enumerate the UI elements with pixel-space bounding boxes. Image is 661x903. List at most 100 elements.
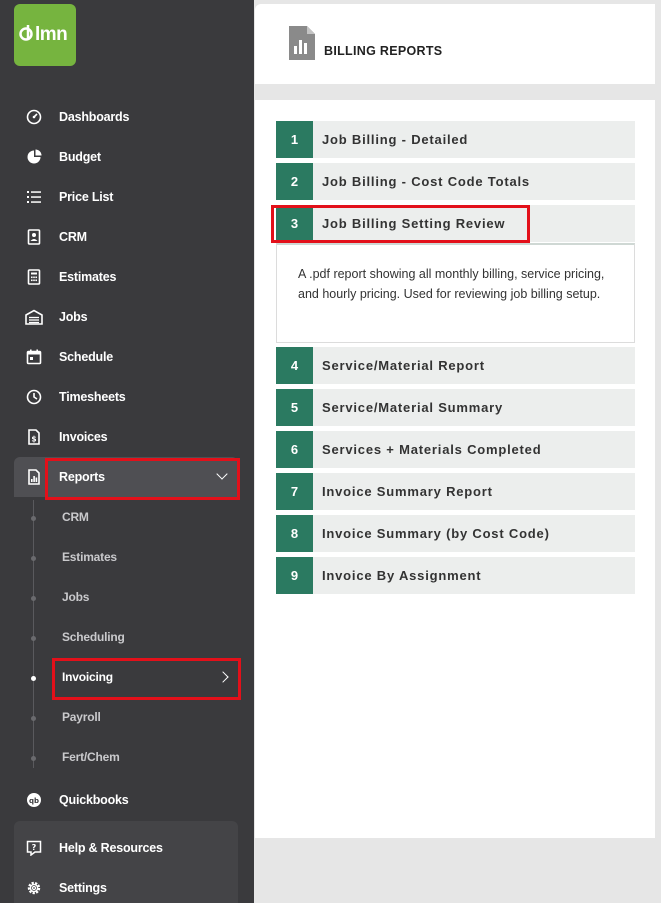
sidebar-item-label: Dashboards xyxy=(59,110,130,124)
report-number: 4 xyxy=(276,347,313,384)
sidebar-item-budget[interactable]: Budget xyxy=(0,137,254,177)
report-title: Job Billing Setting Review xyxy=(322,216,506,231)
sidebar-item-dashboards[interactable]: Dashboards xyxy=(0,97,254,137)
submenu-dot xyxy=(31,676,36,681)
sidebar-subitem-label: Fert/Chem xyxy=(62,750,120,764)
sidebar-item-label: CRM xyxy=(59,230,87,244)
chevron-right-icon xyxy=(217,671,229,683)
report-number: 1 xyxy=(276,121,313,158)
sidebar-subitem-invoicing[interactable]: Invoicing xyxy=(0,658,254,698)
sidebar-subitem-payroll[interactable]: Payroll xyxy=(0,698,254,738)
calculator-icon xyxy=(25,268,43,286)
help-icon: ? xyxy=(25,839,43,857)
report-number: 9 xyxy=(276,557,313,594)
sidebar-subitem-label: Jobs xyxy=(62,590,90,604)
report-description-panel: A .pdf report showing all monthly billin… xyxy=(276,243,635,343)
garage-icon xyxy=(25,308,43,326)
report-title: Service/Material Summary xyxy=(322,400,504,415)
page-header: BILLING REPORTS xyxy=(255,4,655,84)
submenu-dot xyxy=(31,716,36,721)
report-title: Services + Materials Completed xyxy=(322,442,542,457)
sidebar-item-label: Estimates xyxy=(59,270,117,284)
calendar-icon xyxy=(25,348,43,366)
report-row-8[interactable]: 8 Invoice Summary (by Cost Code) xyxy=(276,515,635,552)
report-title: Job Billing - Detailed xyxy=(322,132,469,147)
svg-text:$: $ xyxy=(31,435,36,444)
report-number: 2 xyxy=(276,163,313,200)
report-title: Invoice Summary (by Cost Code) xyxy=(322,526,550,541)
report-number: 6 xyxy=(276,431,313,468)
sidebar-item-estimates[interactable]: Estimates xyxy=(0,257,254,297)
report-row-7[interactable]: 7 Invoice Summary Report xyxy=(276,473,635,510)
sidebar-item-label: Settings xyxy=(59,881,107,895)
submenu-dot xyxy=(31,596,36,601)
sidebar-item-label: Help & Resources xyxy=(59,841,163,855)
sidebar-item-label: Reports xyxy=(59,470,105,484)
report-row-9[interactable]: 9 Invoice By Assignment xyxy=(276,557,635,594)
sidebar-item-label: Budget xyxy=(59,150,101,164)
sidebar-item-crm[interactable]: CRM xyxy=(0,217,254,257)
sidebar-item-label: Invoices xyxy=(59,430,108,444)
sidebar-item-label: Jobs xyxy=(59,310,88,324)
sidebar-subitem-crm[interactable]: CRM xyxy=(0,498,254,538)
logo-text: lmn xyxy=(35,24,68,45)
sidebar-item-jobs[interactable]: Jobs xyxy=(0,297,254,337)
report-title: Invoice By Assignment xyxy=(322,568,482,583)
report-row-5[interactable]: 5 Service/Material Summary xyxy=(276,389,635,426)
report-number: 3 xyxy=(276,205,313,242)
report-row-4[interactable]: 4 Service/Material Report xyxy=(276,347,635,384)
gear-icon xyxy=(25,879,43,897)
report-row-1[interactable]: 1 Job Billing - Detailed xyxy=(276,121,635,158)
list-icon xyxy=(25,188,43,206)
submenu-dot xyxy=(31,756,36,761)
sidebar-subitem-label: Estimates xyxy=(62,550,117,564)
invoice-icon: $ xyxy=(25,428,43,446)
report-title: Job Billing - Cost Code Totals xyxy=(322,174,530,189)
sidebar-subitem-fert-chem[interactable]: Fert/Chem xyxy=(0,738,254,778)
sidebar-item-price-list[interactable]: Price List xyxy=(0,177,254,217)
report-document-icon xyxy=(289,26,315,60)
dashboard-gauge-icon xyxy=(25,108,43,126)
clock-icon xyxy=(25,388,43,406)
report-description: A .pdf report showing all monthly billin… xyxy=(298,267,605,301)
sidebar-subitem-label: Payroll xyxy=(62,710,101,724)
sidebar: lmn Dashboards Budget Price List CRM Est… xyxy=(0,0,254,903)
sidebar-item-label: Quickbooks xyxy=(59,793,129,807)
sidebar-item-help[interactable]: ? Help & Resources xyxy=(0,828,254,868)
svg-text:?: ? xyxy=(32,843,37,852)
pie-chart-icon xyxy=(25,148,43,166)
sidebar-item-label: Timesheets xyxy=(59,390,126,404)
sidebar-subitem-jobs[interactable]: Jobs xyxy=(0,578,254,618)
sidebar-item-invoices[interactable]: $ Invoices xyxy=(0,417,254,457)
sidebar-item-schedule[interactable]: Schedule xyxy=(0,337,254,377)
quickbooks-icon: qb xyxy=(25,791,43,809)
chevron-down-icon xyxy=(216,468,228,480)
sidebar-item-timesheets[interactable]: Timesheets xyxy=(0,377,254,417)
report-number: 8 xyxy=(276,515,313,552)
svg-text:qb: qb xyxy=(29,797,39,805)
sidebar-item-label: Schedule xyxy=(59,350,113,364)
sidebar-subitem-label: Scheduling xyxy=(62,630,125,644)
report-row-2[interactable]: 2 Job Billing - Cost Code Totals xyxy=(276,163,635,200)
report-icon xyxy=(25,468,43,486)
report-title: Invoice Summary Report xyxy=(322,484,493,499)
sidebar-item-settings[interactable]: Settings xyxy=(0,868,254,903)
report-row-3[interactable]: 3 Job Billing Setting Review xyxy=(276,205,635,242)
submenu-dot xyxy=(31,636,36,641)
submenu-dot xyxy=(31,556,36,561)
page-title: BILLING REPORTS xyxy=(324,44,443,58)
report-number: 5 xyxy=(276,389,313,426)
sidebar-item-label: Price List xyxy=(59,190,114,204)
report-row-6[interactable]: 6 Services + Materials Completed xyxy=(276,431,635,468)
sidebar-subitem-label: CRM xyxy=(62,510,89,524)
sidebar-item-reports[interactable]: Reports xyxy=(14,457,238,497)
sidebar-subitem-estimates[interactable]: Estimates xyxy=(0,538,254,578)
sidebar-subitem-label: Invoicing xyxy=(62,670,113,684)
sidebar-subitem-scheduling[interactable]: Scheduling xyxy=(0,618,254,658)
contact-card-icon xyxy=(25,228,43,246)
report-title: Service/Material Report xyxy=(322,358,485,373)
lmn-logo[interactable]: lmn xyxy=(14,4,76,66)
submenu-dot xyxy=(31,516,36,521)
report-number: 7 xyxy=(276,473,313,510)
sidebar-item-quickbooks[interactable]: qb Quickbooks xyxy=(0,780,254,820)
